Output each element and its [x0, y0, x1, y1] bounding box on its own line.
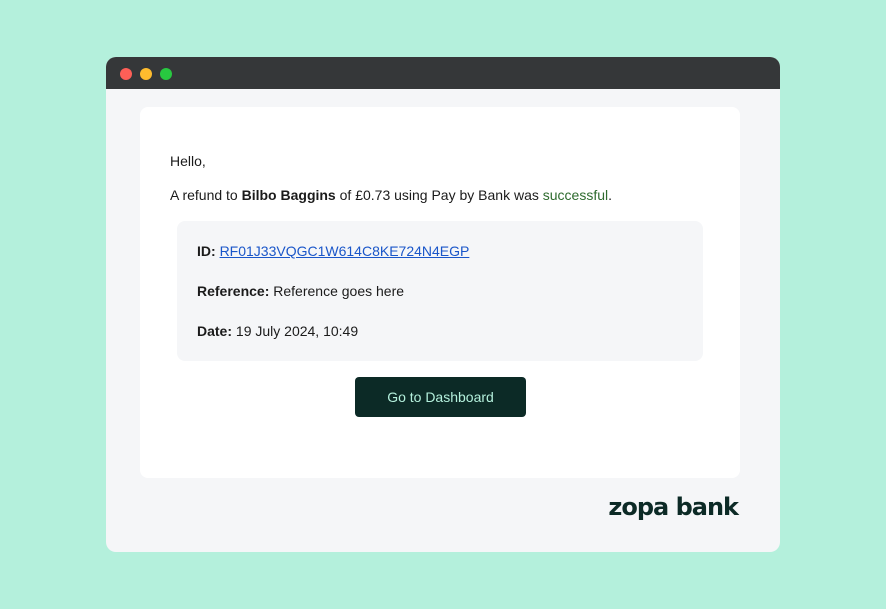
email-card: Hello, A refund to Bilbo Baggins of £0.7… — [140, 107, 740, 478]
greeting-text: Hello, — [170, 153, 206, 169]
close-window-dot[interactable] — [120, 68, 132, 80]
date-value: 19 July 2024, 10:49 — [235, 323, 359, 339]
id-label: ID: — [197, 243, 216, 259]
reference-value: Reference goes here — [273, 283, 405, 299]
message-prefix: A refund to — [170, 187, 242, 203]
message-suffix: . — [608, 187, 612, 203]
refund-message: A refund to Bilbo Baggins of £0.73 using… — [170, 187, 612, 203]
window-titlebar — [106, 57, 780, 89]
go-to-dashboard-button[interactable]: Go to Dashboard — [355, 377, 526, 417]
maximize-window-dot[interactable] — [160, 68, 172, 80]
recipient-name: Bilbo Baggins — [241, 187, 336, 203]
message-middle: of £0.73 using Pay by Bank was — [335, 187, 543, 203]
detail-id-row: ID: RF01J33VQGC1W614C8KE724N4EGP — [197, 243, 469, 259]
refund-id-link[interactable]: RF01J33VQGC1W614C8KE724N4EGP — [220, 243, 470, 259]
minimize-window-dot[interactable] — [140, 68, 152, 80]
browser-window: Hello, A refund to Bilbo Baggins of £0.7… — [106, 57, 780, 552]
reference-label: Reference: — [197, 283, 270, 299]
date-label: Date: — [197, 323, 233, 339]
refund-status: successful — [542, 187, 609, 203]
refund-details-panel: ID: RF01J33VQGC1W614C8KE724N4EGP Referen… — [177, 221, 703, 361]
detail-date-row: Date: 19 July 2024, 10:49 — [197, 323, 358, 339]
detail-reference-row: Reference: Reference goes here — [197, 283, 404, 299]
zopa-bank-logo: zopa bank — [608, 493, 739, 521]
